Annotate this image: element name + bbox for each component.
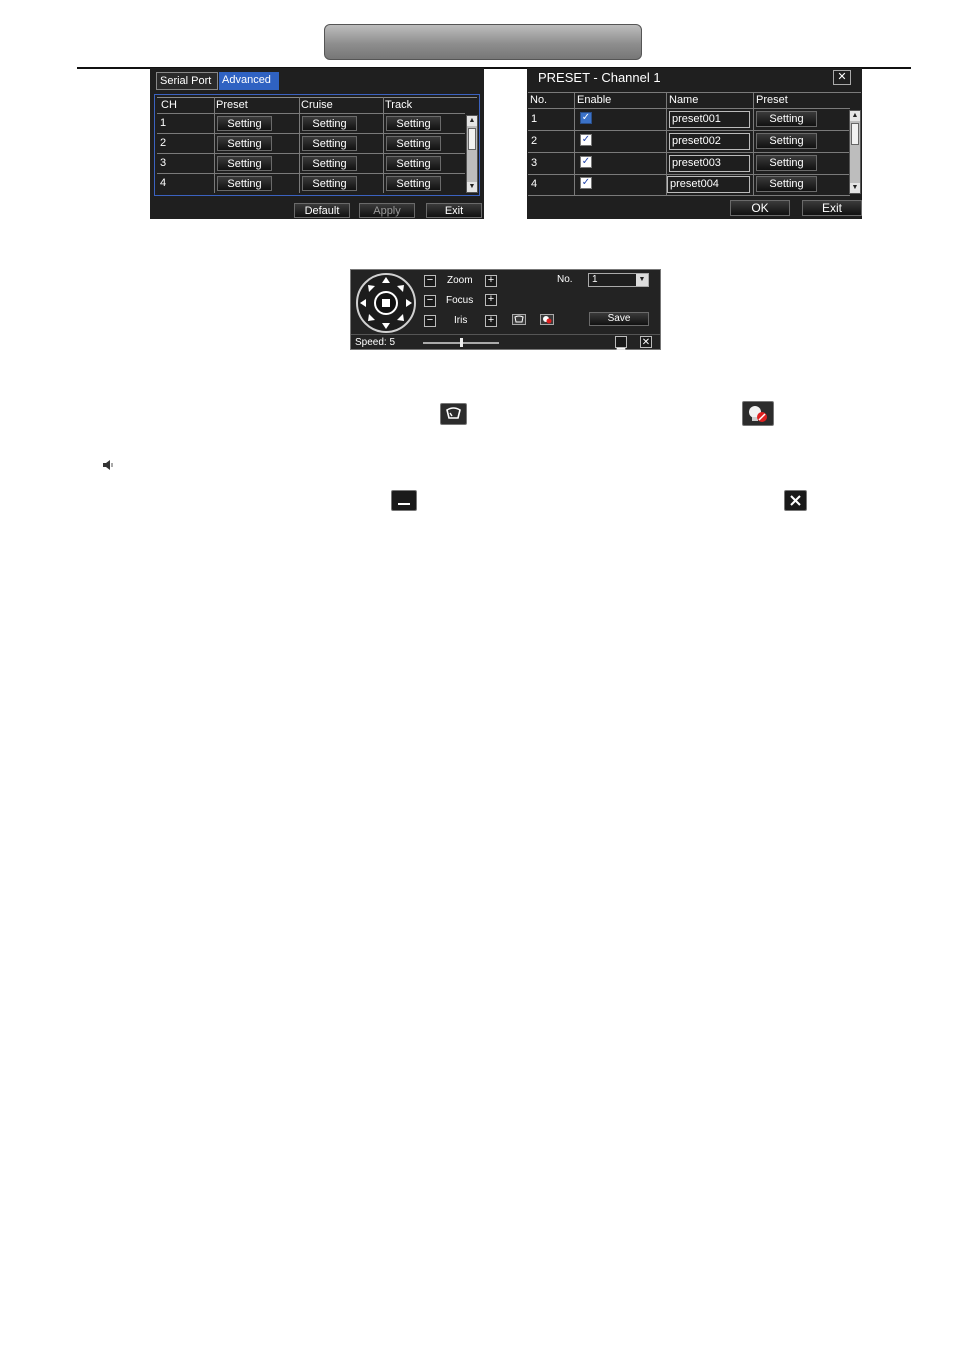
speaker-icon [103, 460, 113, 470]
exit-button[interactable]: Exit [802, 200, 862, 216]
preset-setting-button[interactable]: Setting [217, 136, 272, 151]
col-enable: Enable [577, 94, 612, 106]
direction-pad[interactable] [355, 272, 417, 334]
focus-plus-button[interactable]: + [485, 294, 497, 306]
col-name: Name [669, 94, 699, 106]
col-track: Track [385, 99, 413, 111]
preset-setting-button[interactable]: Setting [217, 156, 272, 171]
row-ch: 2 [160, 137, 167, 149]
default-button[interactable]: Default [294, 203, 350, 218]
wiper-icon[interactable] [512, 314, 526, 325]
dialog-scrollbar[interactable]: ▲ ▼ [849, 110, 861, 194]
preset-setting-button[interactable]: Setting [756, 176, 817, 192]
col-ch: CH [161, 99, 177, 111]
select-value: 1 [592, 274, 598, 285]
col-no: No. [530, 94, 548, 106]
ok-button[interactable]: OK [730, 200, 790, 216]
tab-advanced[interactable]: Advanced [219, 72, 279, 90]
row-no: 3 [531, 157, 538, 169]
light-icon [742, 401, 774, 426]
apply-button[interactable]: Apply [359, 203, 415, 218]
row-ch: 4 [160, 177, 167, 189]
row-ch: 3 [160, 157, 167, 169]
zoom-out-button[interactable]: − [424, 275, 436, 287]
row-ch: 1 [160, 117, 167, 129]
zoom-in-button[interactable]: + [485, 275, 497, 287]
row-no: 1 [531, 113, 538, 125]
minimize-icon[interactable]: ▁ [615, 336, 627, 350]
save-button[interactable]: Save [589, 312, 649, 326]
focus-minus-button[interactable]: − [424, 295, 436, 307]
minimize-icon [391, 490, 417, 511]
tab-label: Serial Port [160, 75, 212, 87]
enable-checkbox[interactable]: ✓ [580, 134, 592, 146]
scroll-down-icon[interactable]: ▼ [850, 183, 860, 193]
close-icon [784, 490, 807, 511]
preset-setting-button[interactable]: Setting [756, 155, 817, 171]
scroll-down-icon[interactable]: ▼ [467, 182, 477, 192]
scroll-thumb[interactable] [851, 123, 859, 145]
cruise-setting-button[interactable]: Setting [302, 116, 357, 131]
preset-dialog: PRESET - Channel 1 ✕ No. Enable Name Pre… [527, 68, 862, 219]
ptz-panel: − Zoom + − Focus + − Iris + No. 1 ▼ Save… [350, 269, 661, 350]
exit-button[interactable]: Exit [426, 203, 482, 218]
no-label: No. [557, 274, 573, 285]
scroll-thumb[interactable] [468, 128, 476, 150]
track-setting-button[interactable]: Setting [386, 116, 441, 131]
iris-label: Iris [454, 315, 468, 326]
speed-slider[interactable] [423, 338, 499, 347]
cruise-setting-button[interactable]: Setting [302, 136, 357, 151]
col-preset: Preset [216, 99, 248, 111]
enable-checkbox[interactable]: ✓ [580, 156, 592, 168]
enable-checkbox[interactable]: ✓ [580, 177, 592, 189]
row-no: 2 [531, 135, 538, 147]
cruise-setting-button[interactable]: Setting [302, 156, 357, 171]
preset-setting-button[interactable]: Setting [217, 116, 272, 131]
chevron-down-icon: ▼ [636, 274, 648, 286]
dialog-title: PRESET - Channel 1 [538, 70, 661, 85]
scroll-up-icon[interactable]: ▲ [850, 111, 860, 121]
track-setting-button[interactable]: Setting [386, 136, 441, 151]
tab-label: Advanced [222, 74, 271, 86]
preset-setting-button[interactable]: Setting [756, 111, 817, 127]
preset-name-input[interactable]: preset004 [667, 176, 750, 193]
col-preset: Preset [756, 94, 788, 106]
track-setting-button[interactable]: Setting [386, 176, 441, 191]
header-bar [324, 24, 642, 60]
iris-minus-button[interactable]: − [424, 315, 436, 327]
channel-table: CH Preset Cruise Track 1 Setting Setting… [154, 94, 480, 196]
scroll-up-icon[interactable]: ▲ [467, 116, 477, 126]
track-setting-button[interactable]: Setting [386, 156, 441, 171]
preset-name-input[interactable]: preset001 [669, 111, 750, 128]
row-no: 4 [531, 178, 538, 190]
preset-setting-button[interactable]: Setting [217, 176, 272, 191]
light-icon[interactable] [540, 314, 554, 325]
col-cruise: Cruise [301, 99, 333, 111]
table-scrollbar[interactable]: ▲ ▼ [466, 115, 478, 193]
preset-name-input[interactable]: preset003 [669, 155, 750, 172]
iris-plus-button[interactable]: + [485, 315, 497, 327]
close-icon[interactable]: ✕ [640, 336, 652, 348]
wiper-icon [440, 403, 467, 425]
speed-slider-handle[interactable] [460, 338, 463, 347]
preset-no-select[interactable]: 1 ▼ [588, 273, 649, 287]
enable-checkbox[interactable]: ✓ [580, 112, 592, 124]
close-icon[interactable]: ✕ [833, 70, 851, 85]
advanced-panel: Serial Port Advanced CH Preset Cruise Tr… [150, 68, 484, 219]
speed-label: Speed: 5 [355, 337, 396, 348]
preset-name-input[interactable]: preset002 [669, 133, 750, 150]
focus-label: Focus [446, 295, 474, 306]
preset-setting-button[interactable]: Setting [756, 133, 817, 149]
cruise-setting-button[interactable]: Setting [302, 176, 357, 191]
tab-serial-port[interactable]: Serial Port [156, 72, 218, 90]
zoom-label: Zoom [447, 275, 473, 286]
